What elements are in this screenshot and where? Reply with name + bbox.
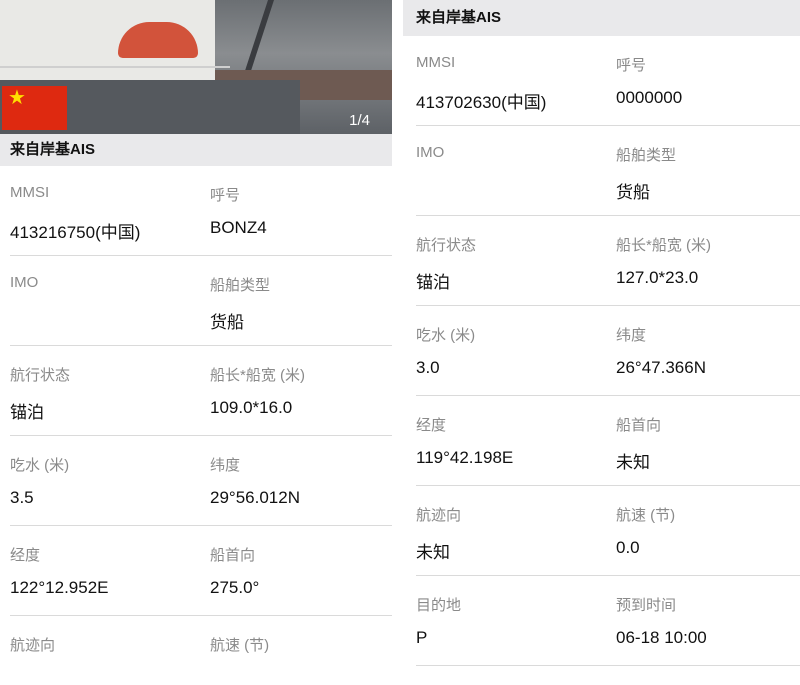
field-value: 0000000 <box>616 88 683 107</box>
field-label: 船首向 <box>210 547 256 564</box>
field-label: 航迹向 <box>416 507 462 524</box>
field-label: 船舶类型 <box>210 277 271 294</box>
info-row: 经度 119°42.198E 船首向未知 <box>416 396 800 486</box>
left-ship-panel: ★ 1/4 来自岸基AIS MMSI 413216750(中国) 呼号 BONZ4 … <box>0 0 392 685</box>
field-label: 航行状态 <box>10 367 71 384</box>
field-value: 未知 <box>416 543 450 562</box>
info-row: 吃水 (米) 3.0 纬度 26°47.366N <box>416 306 800 396</box>
section-header: 来自岸基AIS <box>0 134 392 166</box>
field-label: 船首向 <box>616 417 662 434</box>
info-row: 目的地 P 预到时间 06-18 10:00 <box>416 576 800 666</box>
field-value: 未知 <box>616 453 650 472</box>
info-row: 吃水 (米) 3.5 纬度 29°56.012N <box>10 436 392 526</box>
photo-pager: 1/4 <box>349 112 370 129</box>
field-label: 航速 (节) <box>210 637 270 654</box>
field-value: 413702630(中国) <box>416 93 547 112</box>
panel-divider <box>392 0 403 685</box>
field-value: 锚泊 <box>416 273 450 292</box>
field-label: MMSI <box>416 54 456 71</box>
field-label: IMO <box>416 144 445 161</box>
field-label: 纬度 <box>616 327 647 344</box>
field-value: 26°47.366N <box>616 358 706 377</box>
info-row: 航行状态锚泊 船长*船宽 (米) 127.0*23.0 <box>416 216 800 306</box>
field-label: 纬度 <box>210 457 241 474</box>
info-row: 航迹向 航速 (节) <box>10 616 392 685</box>
field-label: 航迹向 <box>10 637 56 654</box>
field-value: 275.0° <box>210 578 260 597</box>
field-value: 119°42.198E <box>416 448 514 467</box>
field-value: 122°12.952E <box>10 578 109 597</box>
field-label: 经度 <box>10 547 41 564</box>
field-label: 呼号 <box>616 57 647 74</box>
field-label: 船长*船宽 (米) <box>616 237 711 254</box>
field-value: 锚泊 <box>10 403 44 422</box>
info-row: IMO 船舶类型货船 <box>416 126 800 216</box>
field-label: MMSI <box>10 184 50 201</box>
field-value: 0.0 <box>616 538 640 557</box>
field-label: 预到时间 <box>616 597 677 614</box>
ship-photo[interactable]: ★ 1/4 <box>0 0 392 134</box>
field-value: 3.0 <box>416 358 440 377</box>
field-label: IMO <box>10 274 39 291</box>
field-value: 货船 <box>616 183 650 202</box>
field-label: 航行状态 <box>416 237 477 254</box>
field-label: 船长*船宽 (米) <box>210 367 305 384</box>
field-label: 吃水 (米) <box>10 457 70 474</box>
field-value: BONZ4 <box>210 218 267 237</box>
field-value: 413216750(中国) <box>10 223 141 242</box>
field-value: 06-18 10:00 <box>616 628 707 647</box>
field-label: 呼号 <box>210 187 241 204</box>
info-row: MMSI 413702630(中国) 呼号 0000000 <box>416 36 800 126</box>
section-header: 来自岸基AIS <box>403 0 800 36</box>
field-value: P <box>416 628 428 647</box>
deck-rail <box>0 66 230 68</box>
field-value: 3.5 <box>10 488 34 507</box>
info-row: MMSI 413216750(中国) 呼号 BONZ4 <box>10 166 392 256</box>
china-flag-icon: ★ <box>2 86 67 130</box>
crane <box>242 0 274 80</box>
field-label: 经度 <box>416 417 447 434</box>
field-label: 船舶类型 <box>616 147 677 164</box>
field-label: 目的地 <box>416 597 462 614</box>
info-row: IMO 船舶类型货船 <box>10 256 392 346</box>
field-value: 29°56.012N <box>210 488 300 507</box>
field-value: 货船 <box>210 313 244 332</box>
field-label: 吃水 (米) <box>416 327 476 344</box>
field-label: 航速 (节) <box>616 507 676 524</box>
info-row: 经度 122°12.952E 船首向 275.0° <box>10 526 392 616</box>
info-row: 航迹向未知 航速 (节) 0.0 <box>416 486 800 576</box>
field-value: 127.0*23.0 <box>616 268 699 287</box>
right-ship-panel: 来自岸基AIS MMSI 413702630(中国) 呼号 0000000 IMO … <box>403 0 800 685</box>
field-value: 109.0*16.0 <box>210 398 293 417</box>
info-row: 航行状态锚泊 船长*船宽 (米) 109.0*16.0 <box>10 346 392 436</box>
